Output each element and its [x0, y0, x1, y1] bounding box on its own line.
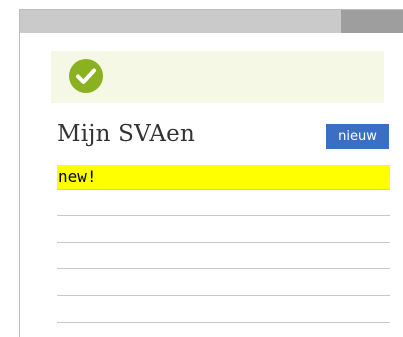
highlighted-list-item[interactable]: new! [57, 165, 390, 190]
list-item[interactable] [57, 215, 390, 216]
list-item[interactable] [57, 322, 390, 323]
list-item[interactable] [57, 268, 390, 269]
list-item[interactable] [57, 295, 390, 296]
browser-window: Mijn SVAen nieuw new! [19, 9, 403, 337]
check-circle-icon [69, 59, 103, 93]
highlighted-item-label: new! [58, 167, 97, 186]
new-button[interactable]: nieuw [326, 124, 389, 149]
window-titlebar [20, 10, 403, 33]
list-item[interactable] [57, 242, 390, 243]
success-banner [51, 51, 384, 103]
window-controls-area [341, 10, 403, 33]
page-title: Mijn SVAen [57, 121, 196, 147]
